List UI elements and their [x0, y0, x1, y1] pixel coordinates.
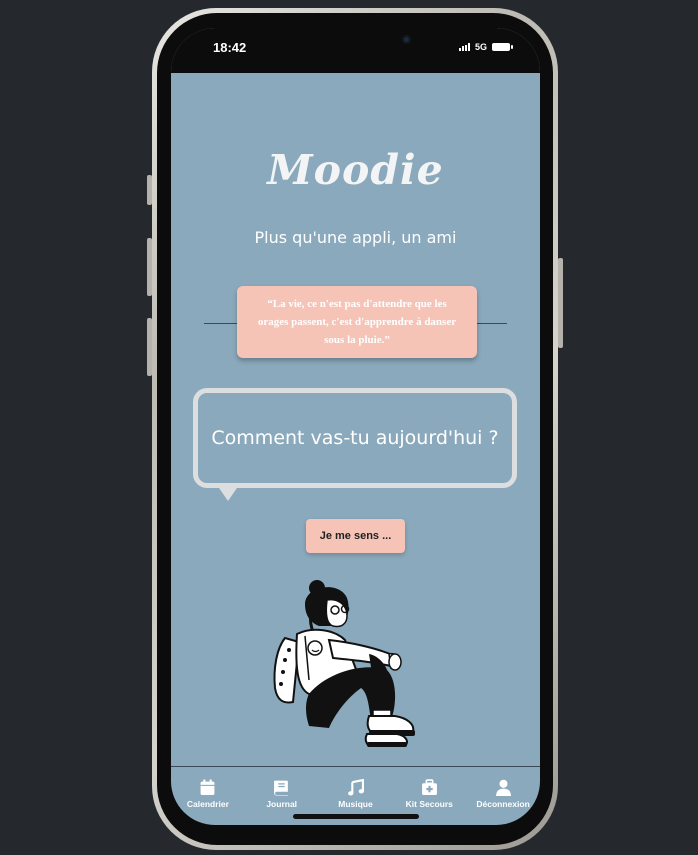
feel-button[interactable]: Je me sens ...	[306, 519, 405, 553]
music-icon	[348, 779, 364, 796]
network-type: 5G	[474, 42, 487, 52]
signal-icon	[458, 43, 470, 51]
tab-journal[interactable]: Journal	[247, 767, 317, 809]
mood-question: Comment vas-tu aujourd'hui ?	[211, 426, 499, 449]
tab-label: Journal	[266, 799, 298, 809]
phone-power-button	[558, 258, 563, 348]
app-screen: 18:42 5G Moodie Plus qu'une appli, un am…	[171, 28, 540, 825]
notch	[278, 28, 432, 58]
status-time: 18:42	[213, 40, 247, 55]
phone-volume-up	[147, 238, 152, 296]
tab-label: Calendrier	[186, 799, 229, 809]
phone-volume-down	[147, 318, 152, 376]
quote-card: “La vie, ce n'est pas d'attendre que les…	[237, 286, 477, 358]
book-icon	[274, 780, 289, 796]
app-logo: Moodie	[267, 146, 444, 194]
status-icons: 5G	[458, 42, 513, 52]
user-icon	[495, 779, 511, 796]
tab-musique[interactable]: Musique	[320, 767, 390, 809]
tagline: Plus qu'une appli, un ami	[254, 228, 457, 247]
phone-mute-switch	[147, 175, 152, 205]
camera-icon	[402, 35, 411, 44]
tab-label: Déconnexion	[476, 799, 530, 809]
sitting-girl-illustration	[273, 580, 415, 747]
mood-question-bubble: Comment vas-tu aujourd'hui ?	[193, 388, 517, 488]
tab-label: Musique	[338, 799, 373, 809]
first-aid-kit-icon	[421, 779, 437, 795]
tab-label: Kit Secours	[405, 799, 453, 809]
battery-icon	[492, 43, 513, 51]
tab-deconnexion[interactable]: Déconnexion	[468, 767, 538, 809]
home-indicator[interactable]	[293, 814, 419, 819]
calendar-icon	[200, 779, 215, 795]
speech-bubble-tail	[219, 488, 237, 501]
tab-calendrier[interactable]: Calendrier	[173, 767, 243, 809]
tab-kit-secours[interactable]: Kit Secours	[394, 767, 464, 809]
